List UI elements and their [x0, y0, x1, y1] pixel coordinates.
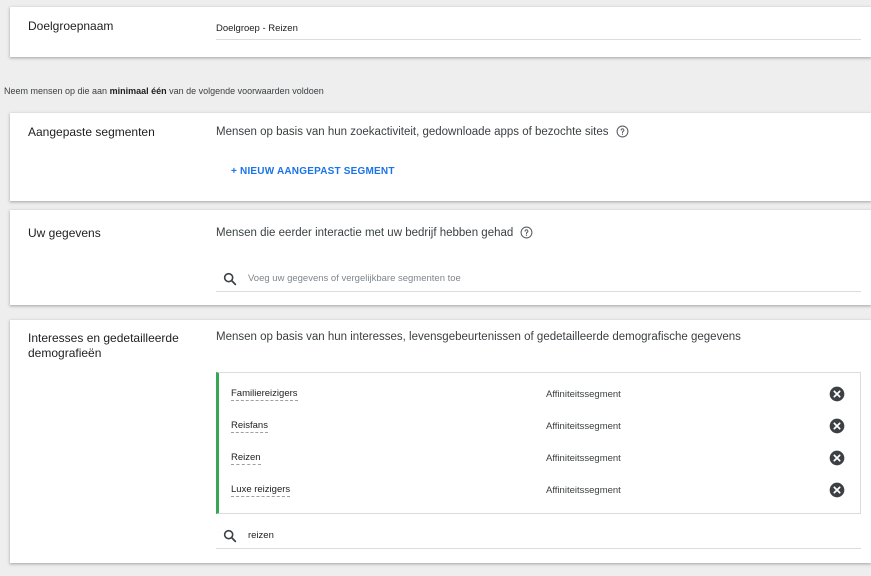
interests-search-value[interactable]: reizen	[248, 530, 274, 541]
help-circle-icon[interactable]	[616, 125, 629, 138]
interests-card: Interesses en gedetailleerde demografieë…	[10, 320, 871, 563]
close-circle-icon[interactable]	[829, 482, 845, 498]
interests-description: Mensen op basis van hun interesses, leve…	[216, 331, 741, 343]
segment-name[interactable]: Luxe reizigers	[231, 484, 291, 497]
selected-segments-list: Familiereizigers Affiniteitssegment Reis…	[216, 372, 861, 514]
your-data-description-text: Mensen die eerder interactie met uw bedr…	[216, 226, 514, 239]
interests-search-field[interactable]: reizen	[216, 523, 861, 549]
custom-segments-description: Mensen op basis van hun zoekactiviteit, …	[216, 125, 629, 138]
conditions-suffix: van de volgende voorwaarden voldoen	[166, 86, 324, 96]
audience-name-value[interactable]: Doelgroep - Reizen	[216, 23, 298, 34]
segment-name[interactable]: Familiereizigers	[231, 388, 298, 401]
interests-label: Interesses en gedetailleerde demografieë…	[28, 331, 179, 360]
conditions-text: Neem mensen op die aan minimaal één van …	[4, 86, 324, 96]
new-custom-segment-button[interactable]: + NIEUW AANGEPAST SEGMENT	[231, 166, 395, 177]
segment-type: Affiniteitssegment	[546, 484, 621, 496]
audience-name-field[interactable]: Doelgroep - Reizen	[216, 17, 861, 40]
segment-type: Affiniteitssegment	[546, 452, 621, 464]
segment-row: Reizen Affiniteitssegment	[231, 447, 860, 469]
close-circle-icon[interactable]	[829, 418, 845, 434]
your-data-label: Uw gegevens	[28, 226, 101, 240]
close-circle-icon[interactable]	[829, 386, 845, 402]
segment-row: Reisfans Affiniteitssegment	[231, 415, 860, 437]
conditions-prefix: Neem mensen op die aan	[4, 86, 110, 96]
audience-name-label: Doelgroepnaam	[28, 19, 114, 33]
segment-name[interactable]: Reisfans	[231, 420, 268, 433]
segment-type: Affiniteitssegment	[546, 388, 621, 400]
search-icon	[223, 272, 237, 285]
custom-segments-card: Aangepaste segmenten Mensen op basis van…	[10, 113, 871, 201]
help-circle-icon[interactable]	[520, 226, 533, 239]
your-data-search-field[interactable]: Voeg uw gegevens of vergelijkbare segmen…	[216, 266, 861, 292]
your-data-card: Uw gegevens Mensen die eerder interactie…	[10, 210, 871, 305]
search-icon	[223, 529, 237, 542]
segment-row: Familiereizigers Affiniteitssegment	[231, 383, 860, 405]
interests-description-text: Mensen op basis van hun interesses, leve…	[216, 331, 741, 343]
segment-row: Luxe reizigers Affiniteitssegment	[231, 479, 860, 501]
close-circle-icon[interactable]	[829, 450, 845, 466]
conditions-emphasis: minimaal één	[109, 86, 167, 96]
custom-segments-description-text: Mensen op basis van hun zoekactiviteit, …	[216, 125, 609, 138]
audience-name-card: Doelgroepnaam Doelgroep - Reizen	[10, 7, 871, 57]
segment-name[interactable]: Reizen	[231, 452, 261, 465]
segment-type: Affiniteitssegment	[546, 420, 621, 432]
custom-segments-label: Aangepaste segmenten	[28, 125, 155, 139]
your-data-search-placeholder[interactable]: Voeg uw gegevens of vergelijkbare segmen…	[248, 273, 461, 284]
your-data-description: Mensen die eerder interactie met uw bedr…	[216, 226, 533, 239]
